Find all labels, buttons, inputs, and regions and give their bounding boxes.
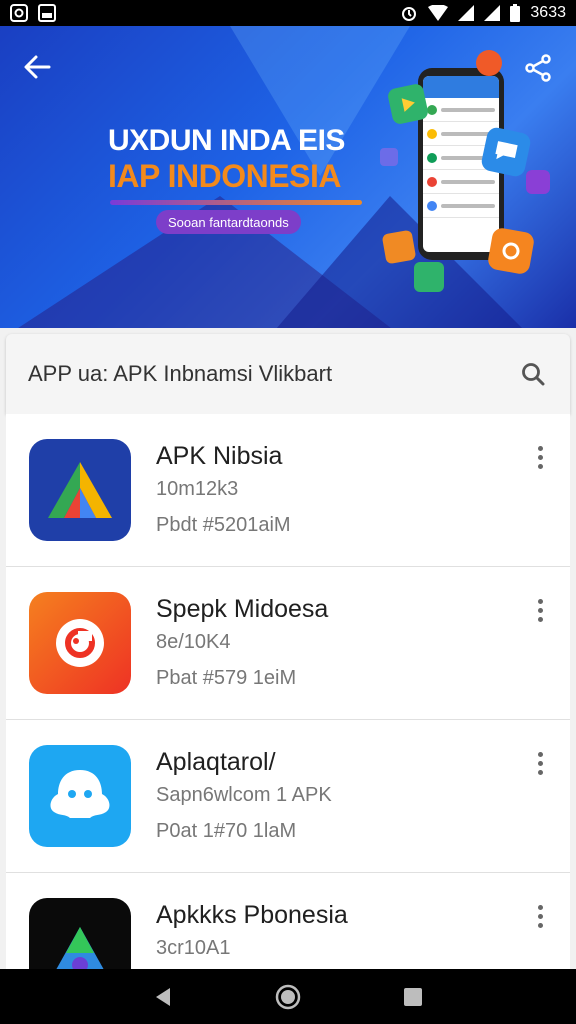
notification-icon <box>10 4 28 22</box>
nav-recents-icon <box>404 987 423 1006</box>
gallery-icon <box>38 4 56 22</box>
more-options-button[interactable] <box>528 442 552 472</box>
back-button[interactable] <box>20 50 54 84</box>
calendar-icon <box>381 229 417 265</box>
app-name: Aplaqtarol/ <box>156 748 276 776</box>
app-name: APK Nibsia <box>156 442 283 470</box>
app-meta: Pbat #579 1eiM <box>156 667 297 689</box>
app-meta: Pbdt #5201aiM <box>156 514 291 536</box>
link-icon <box>486 226 536 276</box>
bag-icon <box>414 262 444 292</box>
play-icon <box>386 82 430 126</box>
back-arrow-icon <box>24 55 51 79</box>
app-icon <box>29 745 131 847</box>
app-name: Apkkks Pbonesia <box>156 901 348 929</box>
search-icon <box>522 363 545 386</box>
status-bar: 3633 <box>0 0 576 26</box>
chat-icon <box>479 125 533 179</box>
list-item[interactable]: APK Nibsia 10m12k3 Pbdt #5201aiM <box>6 414 570 567</box>
nav-back-icon <box>155 987 170 1006</box>
more-options-button[interactable] <box>528 901 552 931</box>
square-icon <box>380 148 398 166</box>
status-time: 3633 <box>530 4 566 21</box>
ghost-logo-icon <box>50 770 110 818</box>
alarm-icon <box>400 4 418 22</box>
ring-logo-icon <box>56 619 104 667</box>
navigation-bar <box>0 969 576 1024</box>
wifi-icon <box>428 5 449 21</box>
nav-recents-button[interactable] <box>393 977 433 1017</box>
list-item[interactable]: Aplaqtarol/ Sapn6wlcom 1 APK P0at 1#70 1… <box>6 720 570 873</box>
search-bar[interactable]: APP ua: APK Inbnamsi Vlikbart <box>6 334 570 414</box>
search-button[interactable] <box>518 359 548 389</box>
app-list: APK Nibsia 10m12k3 Pbdt #5201aiM Spepk M… <box>6 414 570 969</box>
triangle-logo-icon <box>48 462 112 518</box>
app-icon <box>29 592 131 694</box>
triangle-logo-icon <box>56 927 104 969</box>
more-options-button[interactable] <box>528 595 552 625</box>
hero-banner: UXDUN INDA EIS IAP INDONESIA Sooan fanta… <box>0 26 576 328</box>
app-downloads: 8e/10K4 <box>156 631 231 653</box>
search-input[interactable]: APP ua: APK Inbnamsi Vlikbart <box>28 361 518 387</box>
signal-icon <box>484 5 501 21</box>
share-icon <box>525 54 551 82</box>
banner-tag: Sooan fantardtaonds <box>156 210 301 234</box>
status-right: 3633 <box>400 4 566 22</box>
app-meta: P0at 1#70 1laM <box>156 820 297 842</box>
nav-home-button[interactable] <box>268 977 308 1017</box>
app-downloads: 3cr10A1 <box>156 937 231 959</box>
app-name: Spepk Midoesa <box>156 595 329 623</box>
banner-underline <box>110 200 362 205</box>
app-downloads: 10m12k3 <box>156 478 239 500</box>
status-left <box>10 4 56 22</box>
app-downloads: Sapn6wlcom 1 APK <box>156 784 332 806</box>
settings-icon <box>476 50 502 76</box>
nav-home-icon <box>275 984 301 1009</box>
puzzle-icon <box>526 170 550 194</box>
app-icon <box>29 439 131 541</box>
share-button[interactable] <box>520 50 556 86</box>
app-icon <box>29 898 131 969</box>
list-item[interactable]: Apkkks Pbonesia 3cr10A1 <box>6 873 570 969</box>
nav-back-button[interactable] <box>143 977 183 1017</box>
signal-icon <box>458 5 475 21</box>
banner-title: UXDUN INDA EIS <box>108 124 345 157</box>
battery-icon <box>510 4 521 22</box>
more-options-button[interactable] <box>528 748 552 778</box>
list-item[interactable]: Spepk Midoesa 8e/10K4 Pbat #579 1eiM <box>6 567 570 720</box>
banner-subtitle: IAP INDONESIA <box>108 158 341 194</box>
